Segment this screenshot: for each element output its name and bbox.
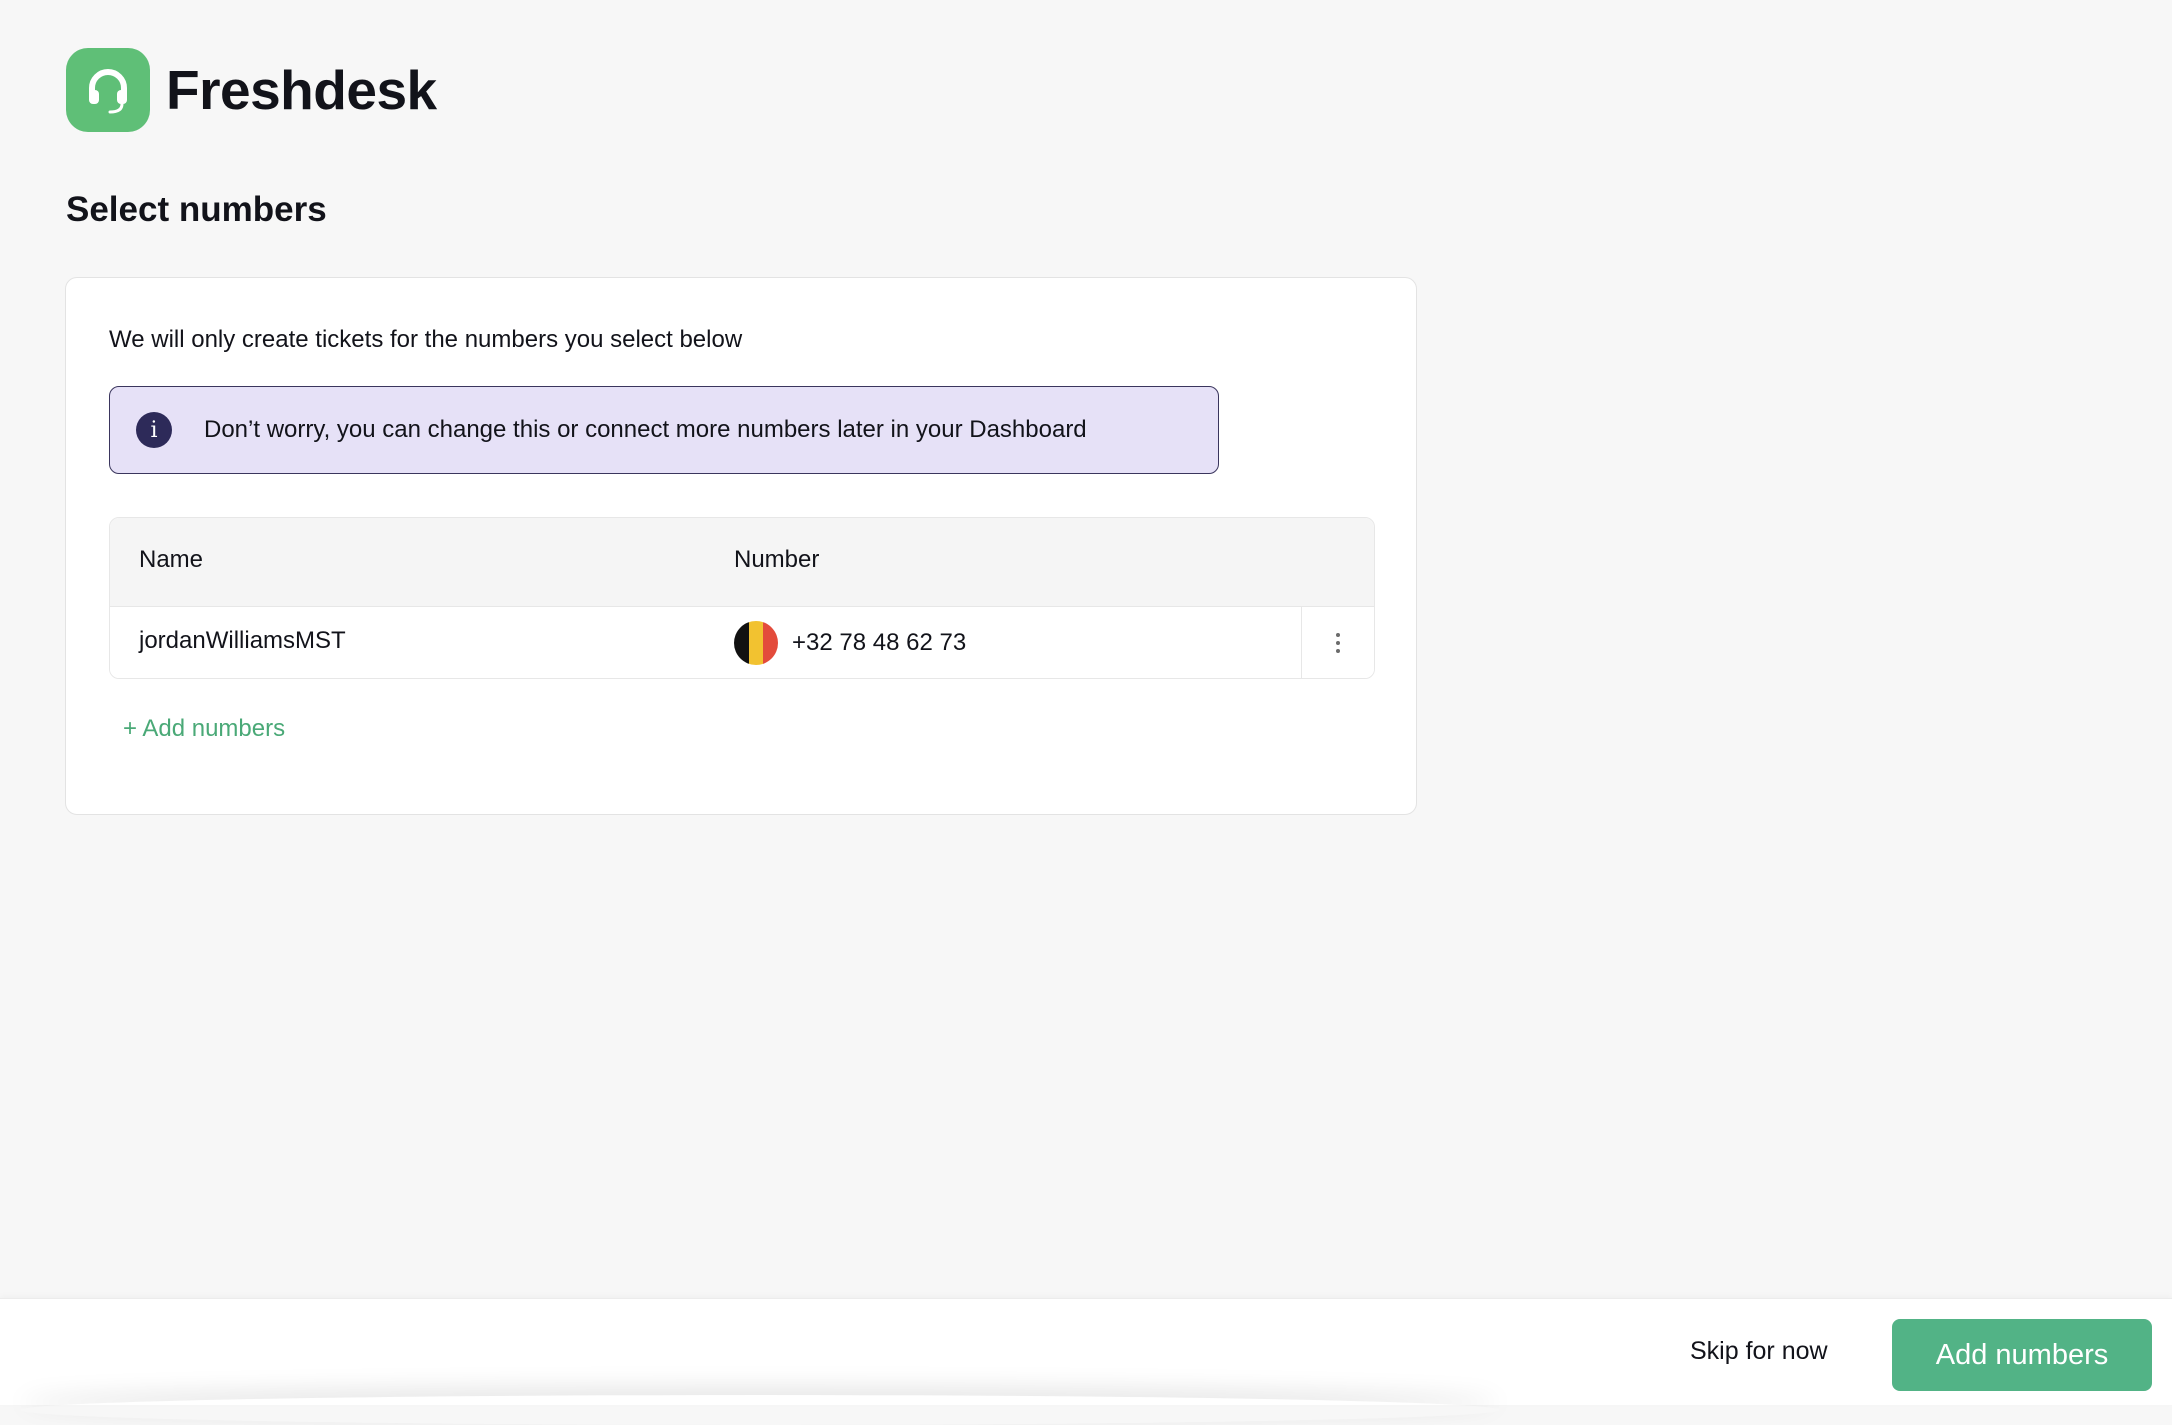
page-title: Select numbers xyxy=(66,190,327,229)
more-options-icon[interactable] xyxy=(1301,607,1374,678)
row-name: jordanWilliamsMST xyxy=(139,627,346,654)
add-numbers-button[interactable]: Add numbers xyxy=(1892,1319,2152,1391)
footer-bar: Skip for now Add numbers xyxy=(0,1298,2172,1405)
brand-name: Freshdesk xyxy=(166,59,437,121)
intro-text: We will only create tickets for the numb… xyxy=(109,326,743,353)
brand-logo: Freshdesk xyxy=(66,48,437,132)
footer-shadow xyxy=(20,1395,1500,1425)
skip-for-now-button[interactable]: Skip for now xyxy=(1690,1329,1828,1374)
column-header-name: Name xyxy=(139,546,204,573)
belgium-flag-icon xyxy=(734,621,778,665)
row-number: +32 78 48 62 73 xyxy=(734,621,966,665)
select-numbers-card: We will only create tickets for the numb… xyxy=(65,277,1417,815)
add-numbers-link[interactable]: + Add numbers xyxy=(123,715,285,743)
table-header: Name Number xyxy=(110,518,1374,607)
info-banner-text: Don’t worry, you can change this or conn… xyxy=(204,416,1087,443)
headset-icon xyxy=(66,48,150,132)
info-icon: i xyxy=(136,412,172,448)
info-banner: i Don’t worry, you can change this or co… xyxy=(109,386,1219,474)
column-header-number: Number xyxy=(734,546,820,573)
numbers-table: Name Number jordanWilliamsMST +32 78 48 … xyxy=(109,517,1375,679)
phone-number: +32 78 48 62 73 xyxy=(792,629,967,656)
table-row[interactable]: jordanWilliamsMST +32 78 48 62 73 xyxy=(110,607,1374,678)
